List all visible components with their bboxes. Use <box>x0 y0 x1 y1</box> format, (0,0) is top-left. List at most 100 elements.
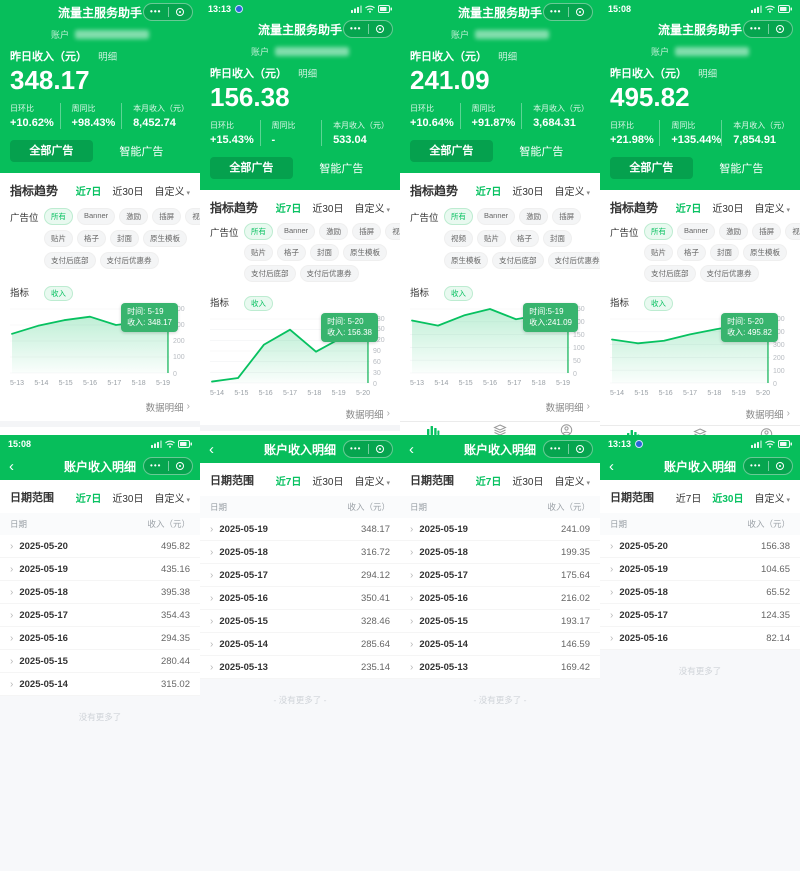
adpos-chip[interactable]: 封面 <box>110 230 139 247</box>
adpos-chip[interactable]: 视频 <box>785 223 800 240</box>
adpos-chip[interactable]: 插屏 <box>752 223 781 240</box>
adpos-chip[interactable]: Banner <box>477 208 515 225</box>
tab-smart-ads[interactable]: 智能广告管理 <box>467 422 534 435</box>
adpos-chip[interactable]: 原生模板 <box>444 252 488 269</box>
adpos-chip[interactable]: 封面 <box>310 244 339 261</box>
table-row[interactable]: ›2025-05-15193.17 <box>400 610 600 633</box>
table-row[interactable]: ›2025-05-17354.43 <box>0 604 200 627</box>
all-ads-button[interactable]: 全部广告 <box>410 140 493 162</box>
adpos-chip[interactable]: Banner <box>277 223 315 240</box>
adpos-chip[interactable]: 支付后底部 <box>44 252 96 269</box>
back-button[interactable]: ‹ <box>609 459 614 474</box>
range-tab[interactable]: 近30日 <box>312 473 343 488</box>
table-row[interactable]: ›2025-05-19435.16 <box>0 558 200 581</box>
adpos-chip[interactable]: 格子 <box>677 244 706 261</box>
table-row[interactable]: ›2025-05-14146.59 <box>400 633 600 656</box>
table-row[interactable]: ›2025-05-19241.09 <box>400 518 600 541</box>
range-tab[interactable]: 近30日 <box>312 200 343 215</box>
adpos-chip[interactable]: 封面 <box>710 244 739 261</box>
table-row[interactable]: ›2025-05-14315.02 <box>0 673 200 696</box>
income-detail-link[interactable]: 明细 <box>498 52 517 63</box>
more-button[interactable]: ••• <box>744 20 768 38</box>
adpos-chip[interactable]: 贴片 <box>44 230 73 247</box>
range-tab[interactable]: 近30日 <box>112 490 143 505</box>
range-tab[interactable]: 自定义▾ <box>154 183 190 198</box>
table-row[interactable]: ›2025-05-17294.12 <box>200 564 400 587</box>
adpos-chip[interactable]: 原生模板 <box>343 244 387 261</box>
adpos-chip[interactable]: 贴片 <box>644 244 673 261</box>
close-button[interactable] <box>569 8 593 16</box>
all-ads-button[interactable]: 全部广告 <box>610 157 693 179</box>
adpos-chip[interactable]: 贴片 <box>244 244 273 261</box>
range-tab[interactable]: 自定义▾ <box>354 473 390 488</box>
range-tab[interactable]: 近7日 <box>676 200 702 215</box>
table-row[interactable]: ›2025-05-16350.41 <box>200 587 400 610</box>
table-row[interactable]: ›2025-05-18316.72 <box>200 541 400 564</box>
adpos-chip[interactable]: 支付后底部 <box>644 265 696 282</box>
table-row[interactable]: ›2025-05-18395.38 <box>0 581 200 604</box>
range-tab[interactable]: 近7日 <box>276 473 302 488</box>
table-row[interactable]: ›2025-05-16216.02 <box>400 587 600 610</box>
adpos-chip[interactable]: 激励 <box>119 208 148 225</box>
adpos-chip[interactable]: 支付后底部 <box>492 252 544 269</box>
range-tab[interactable]: 近7日 <box>76 183 102 198</box>
table-row[interactable]: ›2025-05-18199.35 <box>400 541 600 564</box>
adpos-chip[interactable]: 视频 <box>385 223 400 240</box>
table-row[interactable]: ›2025-05-13235.14 <box>200 656 400 679</box>
adpos-chip[interactable]: 原生模板 <box>143 230 187 247</box>
adpos-chip[interactable]: 支付后优惠券 <box>548 252 601 269</box>
table-row[interactable]: ›2025-05-19104.65 <box>600 558 800 581</box>
table-row[interactable]: ›2025-05-15280.44 <box>0 650 200 673</box>
table-row[interactable]: ›2025-05-15328.46 <box>200 610 400 633</box>
close-button[interactable] <box>769 462 793 470</box>
account-selector[interactable]: 账户 <box>400 28 600 41</box>
adpos-chip[interactable]: 贴片 <box>477 230 506 247</box>
adpos-chip[interactable]: 视频 <box>185 208 200 225</box>
range-tab[interactable]: 近7日 <box>76 490 102 505</box>
table-row[interactable]: ›2025-05-17124.35 <box>600 604 800 627</box>
adpos-chip[interactable]: 所有 <box>244 223 273 240</box>
smart-ads-button[interactable]: 智能广告 <box>693 160 790 176</box>
adpos-chip[interactable]: 格子 <box>77 230 106 247</box>
range-tab[interactable]: 近30日 <box>512 183 543 198</box>
metric-chip[interactable]: 收入 <box>44 286 73 301</box>
income-detail-link[interactable]: 明细 <box>698 69 717 80</box>
back-button[interactable]: ‹ <box>209 442 214 457</box>
adpos-chip[interactable]: 激励 <box>319 223 348 240</box>
adpos-chip[interactable]: 激励 <box>519 208 548 225</box>
range-tab[interactable]: 自定义▾ <box>754 200 790 215</box>
range-tab[interactable]: 自定义▾ <box>354 200 390 215</box>
tab-smart-ads[interactable]: 智能广告管理 <box>667 426 734 435</box>
close-button[interactable] <box>169 8 193 16</box>
tab-data[interactable]: 数据 <box>600 426 667 435</box>
back-button[interactable]: ‹ <box>409 442 414 457</box>
adpos-chip[interactable]: 所有 <box>444 208 473 225</box>
back-button[interactable]: ‹ <box>9 459 14 474</box>
adpos-chip[interactable]: 支付后优惠券 <box>300 265 359 282</box>
data-detail-link[interactable]: 数据明细 › <box>610 407 790 421</box>
table-row[interactable]: ›2025-05-14285.64 <box>200 633 400 656</box>
more-button[interactable]: ••• <box>344 440 368 458</box>
adpos-chip[interactable]: 封面 <box>543 230 572 247</box>
more-button[interactable]: ••• <box>144 3 168 21</box>
range-tab[interactable]: 近30日 <box>712 490 743 505</box>
range-tab[interactable]: 自定义▾ <box>554 473 590 488</box>
data-detail-link[interactable]: 数据明细 › <box>10 400 190 414</box>
table-row[interactable]: ›2025-05-1865.52 <box>600 581 800 604</box>
smart-ads-button[interactable]: 智能广告 <box>493 143 590 159</box>
close-button[interactable] <box>569 445 593 453</box>
smart-ads-button[interactable]: 智能广告 <box>293 160 390 176</box>
table-row[interactable]: ›2025-05-17175.64 <box>400 564 600 587</box>
industry-compare-row[interactable]: 行业对比i 行业：其他 <box>200 425 400 435</box>
range-tab[interactable]: 近30日 <box>512 473 543 488</box>
adpos-chip[interactable]: 所有 <box>44 208 73 225</box>
range-tab[interactable]: 近30日 <box>112 183 143 198</box>
smart-ads-button[interactable]: 智能广告 <box>93 143 190 159</box>
adpos-chip[interactable]: 插屏 <box>552 208 581 225</box>
metric-chip[interactable]: 收入 <box>644 296 673 311</box>
more-button[interactable]: ••• <box>744 457 768 475</box>
adpos-chip[interactable]: 格子 <box>510 230 539 247</box>
adpos-chip[interactable]: 插屏 <box>152 208 181 225</box>
account-selector[interactable]: 账户 <box>0 28 200 41</box>
table-row[interactable]: ›2025-05-16294.35 <box>0 627 200 650</box>
